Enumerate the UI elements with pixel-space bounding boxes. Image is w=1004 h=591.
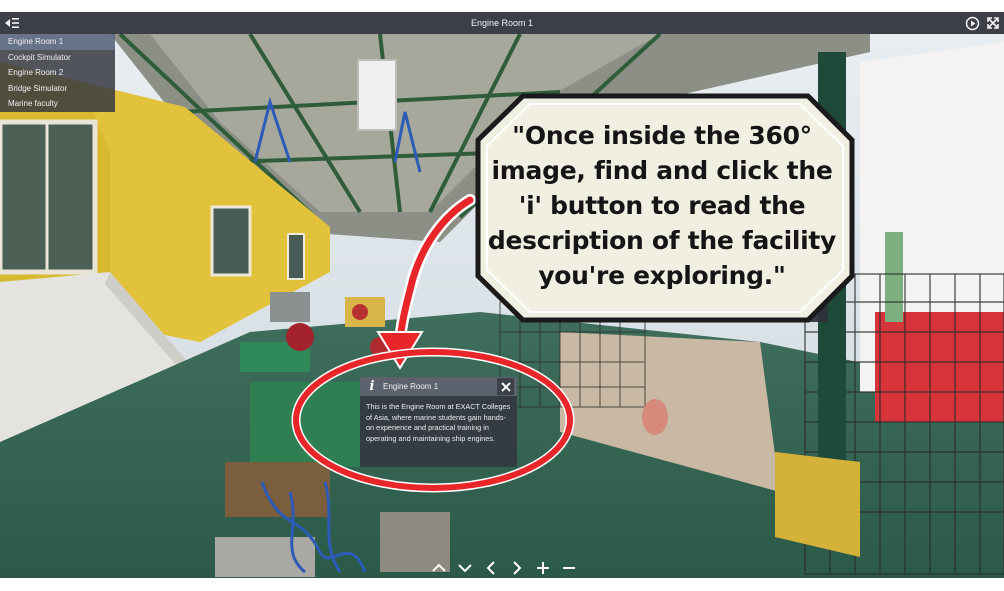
scene-item-engine-room-1[interactable]: Engine Room 1 [0, 34, 115, 50]
play-icon[interactable] [963, 14, 981, 32]
scene-title: Engine Room 1 [470, 18, 534, 28]
right-arrow-icon[interactable] [504, 557, 530, 578]
info-icon[interactable]: i [366, 379, 378, 394]
scene-item-bridge-simulator[interactable]: Bridge Simulator [0, 81, 115, 97]
scene-list: Engine Room 1 Cockpit Simulator Engine R… [0, 34, 115, 112]
viewer-header: Engine Room 1 [0, 12, 1004, 34]
scene-item-marine-faculty[interactable]: Marine faculty [0, 96, 115, 112]
info-card: i Engine Room 1 This is the Engine Room … [360, 377, 517, 467]
info-card-title: Engine Room 1 [383, 382, 439, 391]
up-arrow-icon[interactable] [426, 557, 452, 578]
bottom-nav [426, 557, 582, 578]
zoom-out-icon[interactable] [556, 557, 582, 578]
hotspot-label[interactable]: ator [790, 306, 828, 322]
left-arrow-icon[interactable] [478, 557, 504, 578]
zoom-in-icon[interactable] [530, 557, 556, 578]
panorama-viewer[interactable] [0, 12, 1004, 578]
fullscreen-icon[interactable] [984, 14, 1002, 32]
scene-item-cockpit-simulator[interactable]: Cockpit Simulator [0, 50, 115, 66]
scene-item-engine-room-2[interactable]: Engine Room 2 [0, 65, 115, 81]
info-card-header: i Engine Room 1 [360, 377, 517, 396]
down-arrow-icon[interactable] [452, 557, 478, 578]
panorama-image [0, 12, 1004, 578]
info-card-description: This is the Engine Room at EXACT College… [366, 402, 511, 443]
callout-text: "Once inside the 360° image, find and cl… [487, 121, 837, 290]
close-icon[interactable] [497, 378, 514, 395]
